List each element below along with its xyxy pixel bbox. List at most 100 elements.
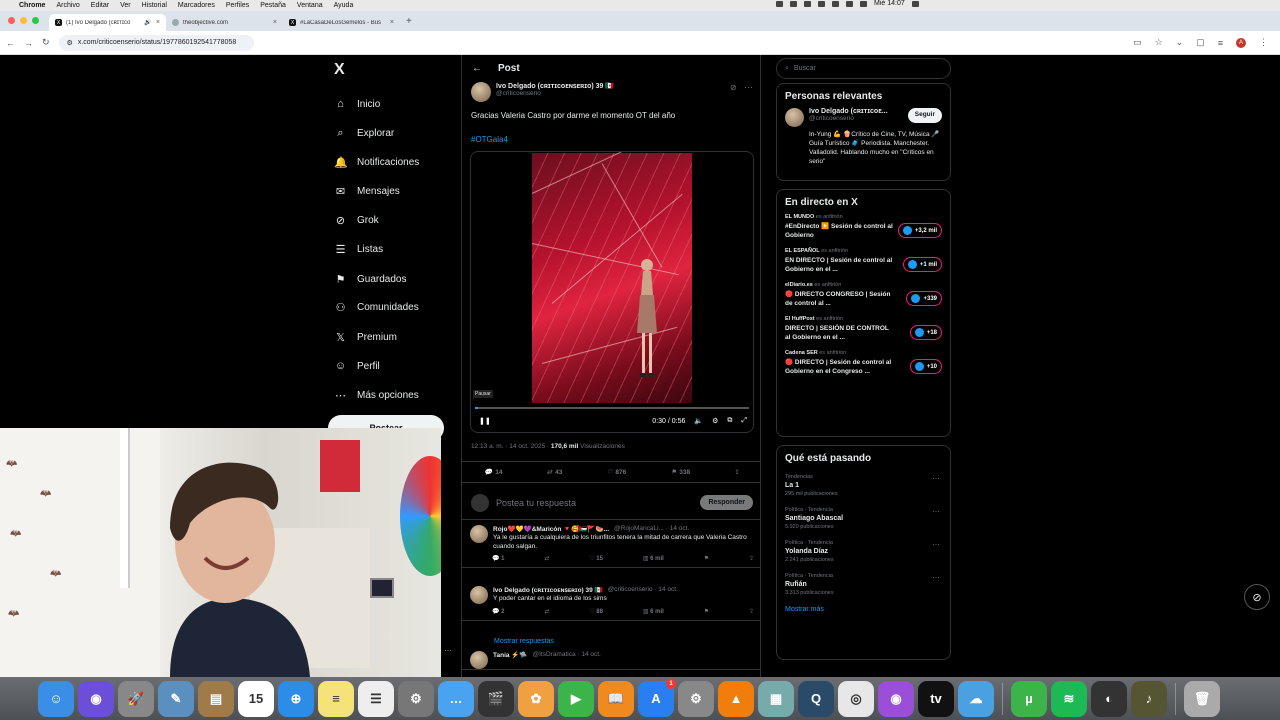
reply-author[interactable]: Tania ⚡🛸 bbox=[493, 651, 528, 659]
close-tab-icon[interactable]: × bbox=[390, 19, 394, 26]
repost-button[interactable]: ⇄ bbox=[544, 608, 549, 615]
nav-item-notificaciones[interactable]: 🔔 Notificaciones bbox=[334, 156, 454, 169]
author-handle[interactable]: @criticoenserio bbox=[496, 90, 614, 97]
grok-icon[interactable]: ⊘ bbox=[730, 83, 737, 92]
app-store-icon[interactable]: A1 bbox=[638, 678, 676, 717]
search-input[interactable]: ⌕ Buscar bbox=[776, 58, 951, 79]
tab-x-post[interactable]: X (1) Ivo Delgado (ᴄʀɪᴛɪᴄᴏ 🔊 × bbox=[49, 14, 166, 31]
nav-item-grok[interactable]: ⊘ Grok bbox=[334, 214, 454, 227]
volume-icon[interactable]: 🔈 bbox=[694, 417, 703, 425]
live-listeners-pill[interactable]: +339 bbox=[906, 291, 942, 306]
live-listeners-pill[interactable]: +10 bbox=[909, 359, 942, 374]
bookmark-icon[interactable]: ⚑ bbox=[704, 608, 709, 615]
image-app-icon[interactable]: ▦ bbox=[758, 680, 794, 717]
system-settings-icon[interactable]: ⚙ bbox=[678, 680, 714, 717]
notebook-icon[interactable]: ▤ bbox=[198, 680, 234, 717]
speaker-icon[interactable]: 🔊 bbox=[144, 19, 151, 26]
more-icon[interactable]: ⋯ bbox=[932, 474, 940, 483]
calendar-icon[interactable]: 15 bbox=[238, 680, 274, 717]
menu-perfiles[interactable]: Perfiles bbox=[226, 2, 249, 9]
post-author[interactable]: Ivo Delgado (ᴄʀɪᴛɪᴄᴏᴇɴꜱᴇʀɪᴏ) 39 🇲🇽 @crit… bbox=[471, 82, 614, 102]
tab-lacasa[interactable]: X #LaCasaDeLosGemelos - Bus × bbox=[283, 14, 400, 31]
relevant-person[interactable]: Ivo Delgado (ᴄʀɪᴛɪᴄᴏᴇ... @criticoenserio… bbox=[785, 108, 942, 127]
status-icon[interactable] bbox=[790, 0, 797, 7]
siri-icon[interactable] bbox=[911, 0, 919, 7]
more-icon[interactable]: ⋯ bbox=[932, 573, 940, 582]
avatar[interactable] bbox=[470, 651, 488, 669]
reply-author[interactable]: Ivo Delgado (ᴄʀɪᴛɪᴄᴏᴇɴꜱᴇʀɪᴏ) 39 🇲🇽 bbox=[493, 586, 603, 594]
reply-tweet[interactable]: Ivo Delgado (ᴄʀɪᴛɪᴄᴏᴇɴꜱᴇʀɪᴏ) 39 🇲🇽 @criti… bbox=[462, 586, 760, 621]
like-button[interactable]: ♡ 15 bbox=[589, 555, 603, 562]
vlc-icon[interactable]: ▲ bbox=[718, 680, 754, 717]
close-window-button[interactable] bbox=[8, 17, 15, 24]
nav-item-inicio[interactable]: ⌂ Inicio bbox=[334, 98, 454, 110]
minimize-window-button[interactable] bbox=[20, 17, 27, 24]
new-tab-button[interactable]: + bbox=[400, 16, 418, 31]
quicktime-icon[interactable]: Q bbox=[798, 680, 834, 717]
show-replies-link[interactable]: Mostrar respuestas bbox=[494, 638, 554, 645]
live-listeners-pill[interactable]: +1 mil bbox=[902, 257, 942, 272]
sidepanel-icon[interactable]: ≡ bbox=[1218, 38, 1223, 48]
cast-icon[interactable]: ▭ bbox=[1133, 37, 1142, 48]
reply-tweet[interactable]: Tania ⚡🛸 @ItsDramatica · 14 oct. bbox=[462, 651, 760, 670]
share-icon[interactable]: ⇪ bbox=[749, 608, 754, 615]
zoom-window-button[interactable] bbox=[32, 17, 39, 24]
extension-icon[interactable]: ⌄ bbox=[1176, 37, 1184, 48]
more-icon[interactable]: ⋯ bbox=[932, 507, 940, 516]
fullscreen-icon[interactable]: ⤢ bbox=[741, 417, 747, 425]
reload-icon[interactable]: ↻ bbox=[42, 37, 50, 48]
cloud-app-icon[interactable]: ☁ bbox=[958, 680, 994, 717]
views-button[interactable]: ▥ 6 mil bbox=[643, 555, 664, 562]
close-tab-icon[interactable]: × bbox=[273, 19, 277, 26]
reply-input[interactable]: Postea tu respuesta bbox=[496, 498, 693, 508]
live-item[interactable]: elDiario.es es anfitrión 🔴 DIRECTO CONGRE… bbox=[785, 282, 942, 308]
reminders-icon[interactable]: ☰ bbox=[358, 680, 394, 717]
like-button[interactable]: ♡ 876 bbox=[607, 468, 627, 477]
reply-handle[interactable]: @criticoenserio · 14 oct. bbox=[608, 586, 678, 594]
live-item[interactable]: Cadena SER es anfitrión 🔴 DIRECTO | Sesió… bbox=[785, 350, 942, 376]
profile-avatar[interactable]: A bbox=[1236, 37, 1246, 48]
show-more-link[interactable]: Mostrar más bbox=[785, 606, 942, 613]
settings-icon[interactable]: ⚙ bbox=[712, 417, 718, 425]
podcasts-icon[interactable]: ◉ bbox=[878, 680, 914, 717]
avatar[interactable] bbox=[470, 525, 488, 543]
more-icon[interactable]: ⋯ bbox=[744, 82, 753, 93]
menu-historial[interactable]: Historial bbox=[142, 2, 167, 9]
author-name[interactable]: Ivo Delgado (ᴄʀɪᴛɪᴄᴏᴇɴꜱᴇʀɪᴏ) 39 🇲🇽 bbox=[496, 82, 614, 90]
back-icon[interactable]: ← bbox=[6, 38, 15, 48]
menu-dots-icon[interactable]: ⋮ bbox=[1259, 37, 1268, 48]
launchpad-icon[interactable]: 🚀 bbox=[118, 680, 154, 717]
final-cut-icon[interactable]: 🎬 bbox=[478, 680, 514, 717]
control-center-icon[interactable] bbox=[860, 0, 867, 7]
spotify-icon[interactable]: ≋ bbox=[1051, 680, 1087, 717]
menu-editar[interactable]: Editar bbox=[91, 2, 109, 9]
battery-icon[interactable] bbox=[832, 0, 839, 7]
person-handle[interactable]: @criticoenserio bbox=[809, 115, 888, 122]
tab-theobjective[interactable]: theobjective.com × bbox=[166, 14, 283, 31]
utilities-icon[interactable]: ⚙ bbox=[398, 680, 434, 717]
nav-item-explorar[interactable]: ⌕ Explorar bbox=[334, 127, 454, 140]
repost-button[interactable]: ⇄ 43 bbox=[547, 468, 563, 477]
album-icon[interactable]: ♪ bbox=[1131, 680, 1167, 717]
nav-item-mensajes[interactable]: ✉ Mensajes bbox=[334, 185, 454, 198]
search-icon[interactable] bbox=[846, 0, 853, 7]
person-name[interactable]: Ivo Delgado (ᴄʀɪᴛɪᴄᴏᴇ... bbox=[809, 108, 888, 115]
star-icon[interactable]: ☆ bbox=[1155, 37, 1163, 48]
reply-button[interactable]: 💬 2 bbox=[492, 608, 504, 615]
menu-ver[interactable]: Ver bbox=[120, 2, 131, 9]
follow-button[interactable]: Seguir bbox=[907, 108, 942, 123]
avatar[interactable] bbox=[471, 82, 491, 102]
forward-icon[interactable]: → bbox=[24, 38, 33, 48]
grok-floating-button[interactable]: ⊘ bbox=[1244, 584, 1270, 610]
address-bar[interactable]: ⚙ x.com/criticoenserio/status/1977860192… bbox=[58, 34, 255, 51]
x-logo-icon[interactable]: X bbox=[334, 61, 345, 79]
views-button[interactable]: ▥ 6 mil bbox=[643, 608, 664, 615]
menu-pestana[interactable]: Pestaña bbox=[260, 2, 286, 9]
nav-item-perfil[interactable]: ☺ Perfil bbox=[334, 360, 454, 372]
chrome-icon[interactable]: ◎ bbox=[838, 680, 874, 717]
facetime-icon[interactable]: ▶ bbox=[558, 680, 594, 717]
reply-handle[interactable]: @ItsDramatica · 14 oct. bbox=[533, 651, 601, 659]
preview-icon[interactable]: ✎ bbox=[158, 680, 194, 717]
back-arrow-icon[interactable]: ← bbox=[472, 63, 482, 74]
more-icon[interactable]: ⋯ bbox=[932, 540, 940, 549]
